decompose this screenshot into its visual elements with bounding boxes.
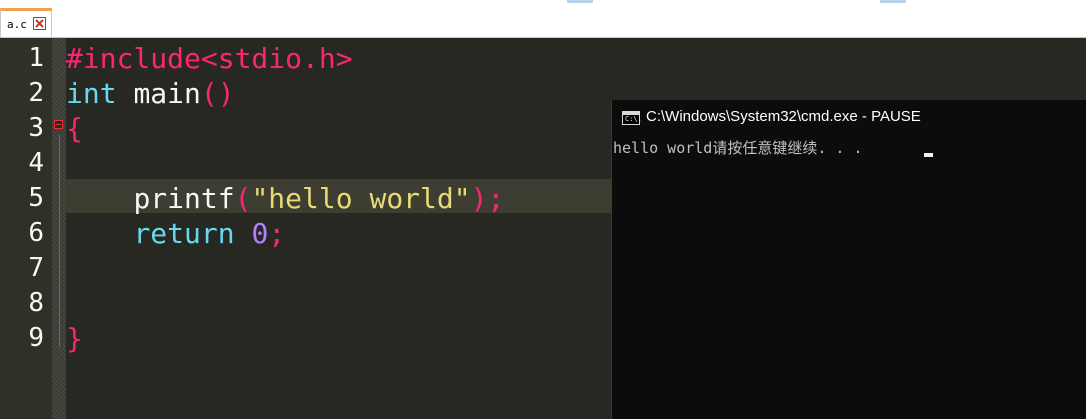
line-number: 6 [28, 218, 44, 248]
string-literal: "hello world" [251, 182, 471, 215]
line-number: 1 [28, 43, 44, 73]
code-line: return 0; [66, 216, 285, 251]
console-window[interactable]: C:\. C:\Windows\System32\cmd.exe - PAUSE… [611, 100, 1086, 419]
code-line: printf("hello world"); [66, 181, 504, 216]
line-number: 7 [28, 253, 44, 283]
parens: () [200, 77, 235, 110]
line-number-gutter: 1 2 3 4 5 6 7 8 9 [0, 38, 52, 419]
preprocessor-directive: #include [66, 42, 201, 75]
semicolon: ; [268, 217, 286, 250]
console-cursor [924, 153, 933, 157]
close-paren: ); [470, 182, 505, 215]
tab-label: a.c [7, 18, 27, 31]
console-title: C:\Windows\System32\cmd.exe - PAUSE [646, 108, 921, 125]
console-output: hello world请按任意键继续. . . [613, 139, 863, 157]
line-number: 8 [28, 288, 44, 318]
tab-bar: a.c [0, 0, 1086, 38]
line-number: 2 [28, 78, 44, 108]
close-icon[interactable] [33, 17, 46, 30]
fold-guide [59, 135, 60, 347]
open-paren: ( [234, 182, 252, 215]
include-header: <stdio.h> [200, 42, 353, 75]
line-number: 5 [28, 183, 44, 213]
line-number: 9 [28, 323, 44, 353]
code-line: } [66, 321, 83, 356]
code-line: int main() [66, 76, 235, 111]
number-literal: 0 [251, 217, 269, 250]
line-number: 4 [28, 148, 44, 178]
function-call: printf [133, 182, 235, 215]
close-brace: } [66, 322, 83, 355]
type-keyword: int [66, 77, 117, 110]
toolbar-indicator [567, 0, 593, 3]
cmd-icon: C:\. [622, 111, 642, 125]
code-line: #include<stdio.h> [66, 41, 353, 76]
line-number: 3 [28, 113, 44, 143]
toolbar-indicator [880, 0, 906, 3]
open-brace: { [66, 112, 83, 145]
return-keyword: return [133, 217, 235, 250]
function-name: main [133, 77, 201, 110]
code-line: { [66, 111, 83, 146]
tab-file[interactable]: a.c [0, 8, 52, 37]
console-titlebar[interactable]: C:\. C:\Windows\System32\cmd.exe - PAUSE [612, 100, 1086, 134]
fold-toggle-icon[interactable] [54, 120, 63, 129]
